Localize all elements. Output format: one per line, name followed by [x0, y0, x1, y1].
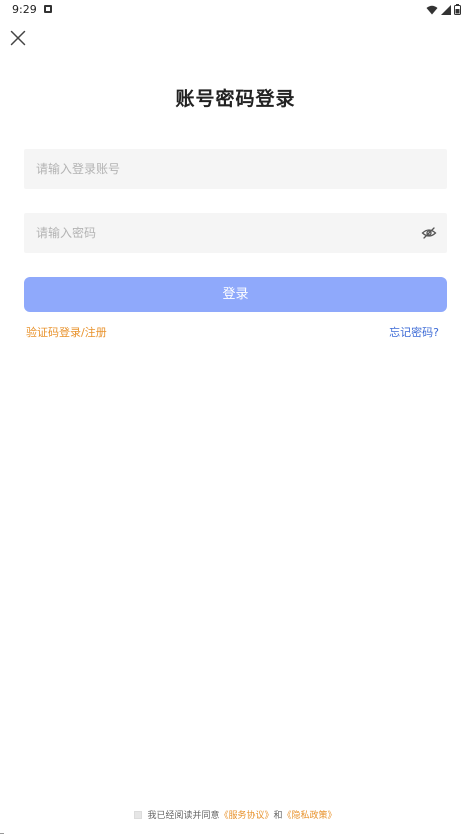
password-visibility-toggle[interactable] — [421, 225, 437, 241]
corner-mark — [0, 833, 4, 839]
forgot-password-link[interactable]: 忘记密码? — [389, 324, 439, 340]
page-title: 账号密码登录 — [175, 88, 296, 110]
login-button[interactable]: 登录 — [24, 277, 447, 312]
terms-of-service-link[interactable]: 《服务协议》 — [219, 808, 273, 821]
sms-login-link[interactable]: 验证码登录/注册 — [26, 324, 107, 340]
status-time: 9:29 — [12, 3, 37, 16]
signal-icon — [441, 4, 451, 15]
password-field[interactable] — [24, 213, 447, 253]
eye-hidden-icon — [421, 227, 437, 239]
privacy-policy-link[interactable]: 《隐私政策》 — [283, 808, 337, 821]
close-icon — [10, 30, 26, 46]
agreement-row: 我已经阅读并同意 《服务协议》 和 《隐私政策》 — [0, 808, 471, 821]
close-button[interactable] — [8, 28, 28, 48]
agreement-checkbox[interactable] — [134, 810, 143, 819]
agreement-conjunction: 和 — [273, 811, 283, 821]
agreement-prefix: 我已经阅读并同意 — [147, 811, 220, 821]
notification-a-icon — [44, 5, 52, 13]
password-input[interactable] — [24, 213, 447, 253]
wifi-icon — [426, 5, 438, 14]
status-icons — [426, 4, 461, 15]
account-input[interactable] — [24, 149, 447, 189]
battery-icon — [454, 4, 461, 15]
account-field[interactable] — [24, 149, 447, 189]
status-bar: 9:29 — [0, 0, 471, 22]
